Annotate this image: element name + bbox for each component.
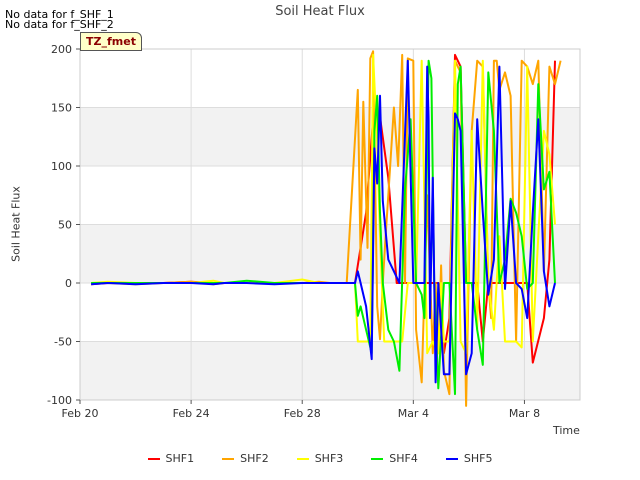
y-tick-label: -100 [47, 394, 72, 407]
legend-swatch [296, 457, 309, 460]
x-tick-label: Feb 20 [62, 407, 99, 420]
legend-swatch [445, 457, 458, 460]
plot-area: -100 -50 0 50 100 150 200 Feb 20 Feb 24 Feb 28 Mar… [47, 43, 581, 420]
background-band [80, 341, 580, 400]
y-tick-label: 100 [51, 160, 72, 173]
legend-label: SHF4 [389, 452, 418, 465]
legend-item-shf2: SHF2 [222, 452, 269, 465]
background-band [80, 166, 580, 225]
background-band [80, 49, 580, 108]
x-tick-label: Feb 24 [173, 407, 210, 420]
y-tick-label: 200 [51, 43, 72, 56]
y-tick-label: -50 [54, 336, 72, 349]
legend-item-shf4: SHF4 [371, 452, 418, 465]
x-tick-label: Mar 8 [509, 407, 540, 420]
y-tick-label: 0 [65, 277, 72, 290]
legend-item-shf3: SHF3 [296, 452, 344, 465]
background-band [80, 107, 580, 166]
legend-swatch [371, 457, 384, 460]
y-tick-label: 150 [51, 102, 72, 115]
legend-item-shf1: SHF1 [147, 452, 195, 465]
timezone-badge: TZ_fmet [80, 32, 142, 51]
legend-swatch [222, 457, 235, 460]
legend-label: SHF1 [165, 452, 195, 465]
x-tick-label: Feb 28 [284, 407, 321, 420]
legend-swatch [147, 457, 160, 460]
x-tick-label: Mar 4 [398, 407, 429, 420]
legend-label: SHF3 [314, 452, 344, 465]
y-tick-label: 50 [58, 219, 72, 232]
legend: SHF1 SHF2 SHF3 SHF4 SHF5 [0, 452, 640, 465]
legend-item-shf5: SHF5 [445, 452, 493, 465]
legend-label: SHF5 [463, 452, 493, 465]
legend-label: SHF2 [240, 452, 269, 465]
